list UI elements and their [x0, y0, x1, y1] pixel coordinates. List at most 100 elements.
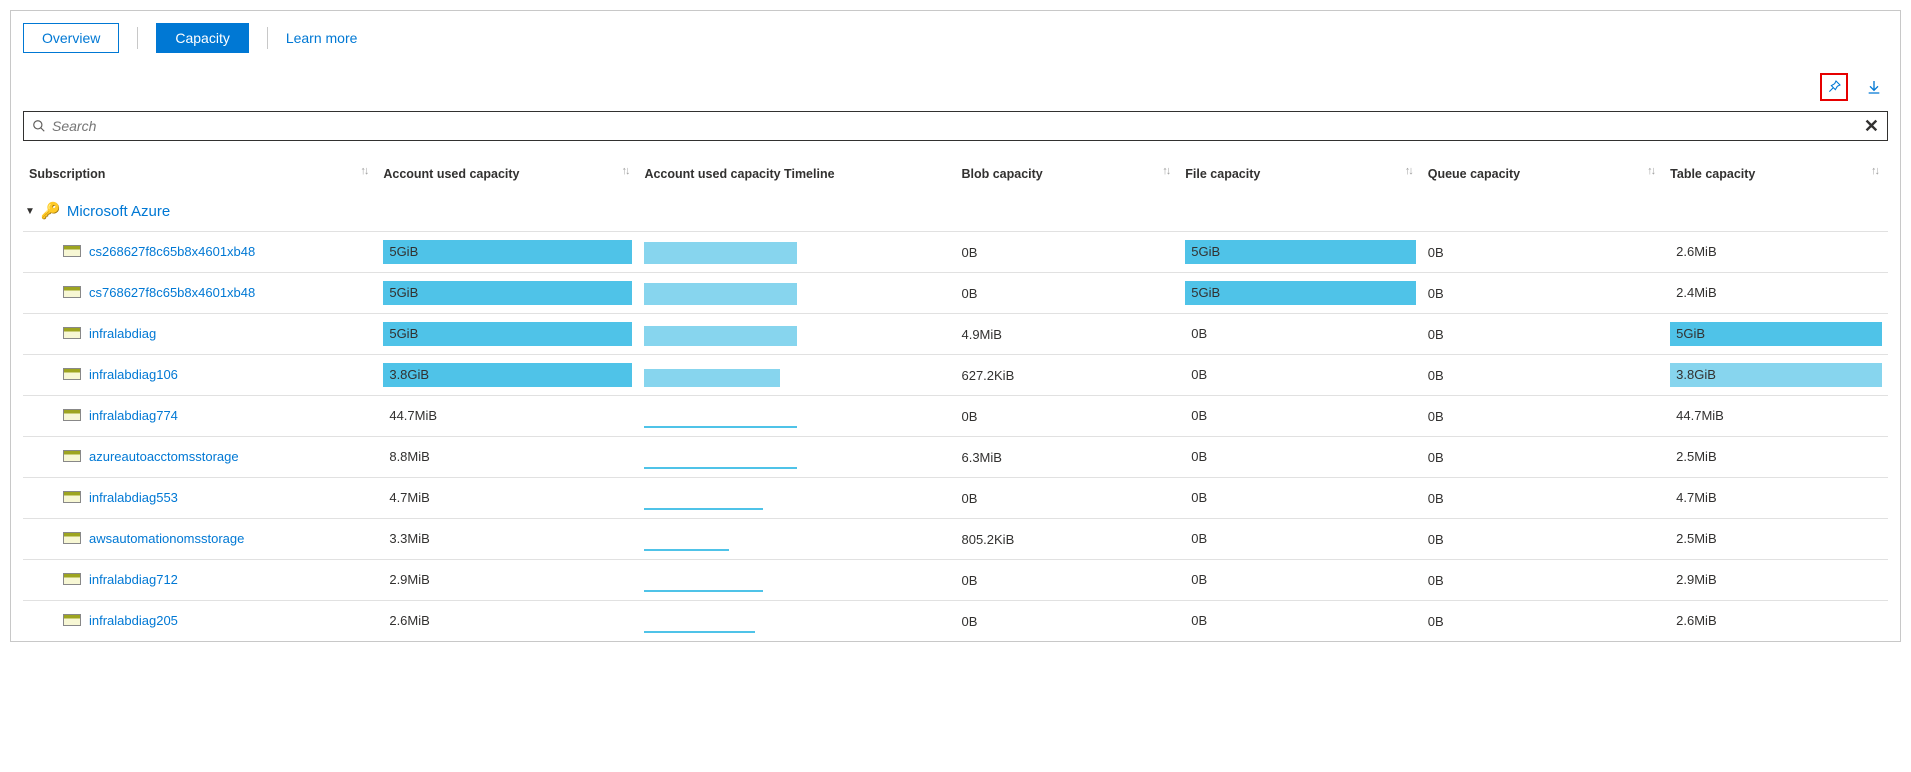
- pin-icon: [1826, 78, 1842, 96]
- sort-icon: ↑↓: [1405, 165, 1412, 177]
- file-capacity-value: 0B: [1191, 613, 1207, 628]
- col-subscription[interactable]: Subscription↑↓: [23, 159, 377, 195]
- table-capacity-bar: 2.5MiB: [1670, 445, 1882, 469]
- file-capacity-bar: 5GiB: [1185, 240, 1415, 264]
- timeline-spark: [644, 568, 814, 592]
- blob-capacity-value: 4.9MiB: [955, 314, 1179, 355]
- queue-capacity-value: 0B: [1422, 232, 1664, 273]
- table-capacity-value: 44.7MiB: [1676, 408, 1724, 423]
- search-input[interactable]: [46, 116, 1864, 136]
- sort-icon: ↑↓: [1647, 165, 1654, 177]
- subscription-group-row[interactable]: ▼ 🔑 Microsoft Azure: [23, 195, 1888, 232]
- subscription-name: Microsoft Azure: [67, 203, 170, 220]
- account-name: cs268627f8c65b8x4601xb48: [89, 244, 255, 259]
- tab-overview[interactable]: Overview: [23, 23, 119, 53]
- clear-search-button[interactable]: ✕: [1864, 116, 1879, 137]
- col-file[interactable]: File capacity↑↓: [1179, 159, 1421, 195]
- table-row: infralabdiag205 2.6MiB 0B 0B 0B 2.6MiB: [23, 601, 1888, 642]
- storage-account-link[interactable]: infralabdiag106: [63, 367, 178, 382]
- storage-account-link[interactable]: infralabdiag553: [63, 490, 178, 505]
- file-capacity-bar: 5GiB: [1185, 281, 1415, 305]
- account-name: cs768627f8c65b8x4601xb48: [89, 285, 255, 300]
- col-timeline[interactable]: Account used capacity Timeline: [638, 159, 955, 195]
- col-used-capacity[interactable]: Account used capacity↑↓: [377, 159, 638, 195]
- account-name: infralabdiag205: [89, 613, 178, 628]
- download-button[interactable]: [1860, 73, 1888, 101]
- file-capacity-value: 5GiB: [1191, 244, 1220, 259]
- timeline-spark: [644, 527, 814, 551]
- account-name: infralabdiag774: [89, 408, 178, 423]
- col-queue[interactable]: Queue capacity↑↓: [1422, 159, 1664, 195]
- tabs-row: Overview Capacity Learn more: [23, 23, 1888, 53]
- storage-account-link[interactable]: cs268627f8c65b8x4601xb48: [63, 244, 255, 259]
- file-capacity-value: 0B: [1191, 408, 1207, 423]
- used-capacity-bar: 2.9MiB: [383, 568, 632, 592]
- table-row: infralabdiag553 4.7MiB 0B 0B 0B 4.7MiB: [23, 478, 1888, 519]
- storage-account-link[interactable]: infralabdiag205: [63, 613, 178, 628]
- queue-capacity-value: 0B: [1422, 273, 1664, 314]
- storage-account-link[interactable]: infralabdiag774: [63, 408, 178, 423]
- search-icon: [32, 119, 46, 133]
- file-capacity-value: 0B: [1191, 572, 1207, 587]
- table-capacity-value: 2.6MiB: [1676, 244, 1716, 259]
- timeline-spark: [644, 609, 814, 633]
- storage-account-link[interactable]: cs768627f8c65b8x4601xb48: [63, 285, 255, 300]
- table-capacity-value: 2.5MiB: [1676, 531, 1716, 546]
- actions-row: [23, 73, 1888, 101]
- storage-account-link[interactable]: azureautoacctomsstorage: [63, 449, 239, 464]
- file-capacity-bar: 0B: [1185, 609, 1415, 633]
- file-capacity-value: 0B: [1191, 531, 1207, 546]
- table-capacity-value: 5GiB: [1676, 326, 1705, 341]
- used-capacity-value: 2.6MiB: [389, 613, 429, 628]
- storage-account-link[interactable]: infralabdiag: [63, 326, 156, 341]
- file-capacity-bar: 0B: [1185, 445, 1415, 469]
- learn-more-link[interactable]: Learn more: [286, 30, 358, 46]
- storage-icon: [63, 327, 81, 339]
- file-capacity-bar: 0B: [1185, 527, 1415, 551]
- used-capacity-value: 8.8MiB: [389, 449, 429, 464]
- queue-capacity-value: 0B: [1422, 314, 1664, 355]
- table-capacity-bar: 3.8GiB: [1670, 363, 1882, 387]
- used-capacity-bar: 5GiB: [383, 281, 632, 305]
- table-capacity-bar: 44.7MiB: [1670, 404, 1882, 428]
- blob-capacity-value: 6.3MiB: [955, 437, 1179, 478]
- storage-account-link[interactable]: awsautomationomsstorage: [63, 531, 244, 546]
- table-row: infralabdiag106 3.8GiB 627.2KiB 0B 0B 3.…: [23, 355, 1888, 396]
- table-capacity-value: 2.6MiB: [1676, 613, 1716, 628]
- timeline-spark: [644, 404, 814, 428]
- queue-capacity-value: 0B: [1422, 601, 1664, 642]
- queue-capacity-value: 0B: [1422, 355, 1664, 396]
- used-capacity-value: 2.9MiB: [389, 572, 429, 587]
- timeline-spark: [644, 363, 814, 387]
- file-capacity-value: 0B: [1191, 326, 1207, 341]
- tab-capacity[interactable]: Capacity: [156, 23, 248, 53]
- pin-button[interactable]: [1820, 73, 1848, 101]
- table-row: infralabdiag712 2.9MiB 0B 0B 0B 2.9MiB: [23, 560, 1888, 601]
- col-table[interactable]: Table capacity↑↓: [1664, 159, 1888, 195]
- storage-icon: [63, 245, 81, 257]
- timeline-spark: [644, 486, 814, 510]
- used-capacity-value: 5GiB: [389, 244, 418, 259]
- table-capacity-bar: 2.9MiB: [1670, 568, 1882, 592]
- blob-capacity-value: 0B: [955, 560, 1179, 601]
- search-bar[interactable]: ✕: [23, 111, 1888, 141]
- account-name: infralabdiag712: [89, 572, 178, 587]
- divider: [137, 27, 138, 49]
- storage-icon: [63, 532, 81, 544]
- blob-capacity-value: 0B: [955, 601, 1179, 642]
- used-capacity-value: 3.3MiB: [389, 531, 429, 546]
- col-blob[interactable]: Blob capacity↑↓: [955, 159, 1179, 195]
- used-capacity-value: 3.8GiB: [389, 367, 429, 382]
- file-capacity-bar: 0B: [1185, 322, 1415, 346]
- used-capacity-bar: 44.7MiB: [383, 404, 632, 428]
- timeline-spark: [644, 445, 814, 469]
- table-capacity-bar: 2.6MiB: [1670, 609, 1882, 633]
- table-capacity-bar: 5GiB: [1670, 322, 1882, 346]
- sort-icon: ↑↓: [360, 165, 367, 177]
- table-row: infralabdiag774 44.7MiB 0B 0B 0B 44.7MiB: [23, 396, 1888, 437]
- file-capacity-value: 0B: [1191, 367, 1207, 382]
- file-capacity-bar: 0B: [1185, 486, 1415, 510]
- used-capacity-bar: 5GiB: [383, 240, 632, 264]
- blob-capacity-value: 0B: [955, 396, 1179, 437]
- storage-account-link[interactable]: infralabdiag712: [63, 572, 178, 587]
